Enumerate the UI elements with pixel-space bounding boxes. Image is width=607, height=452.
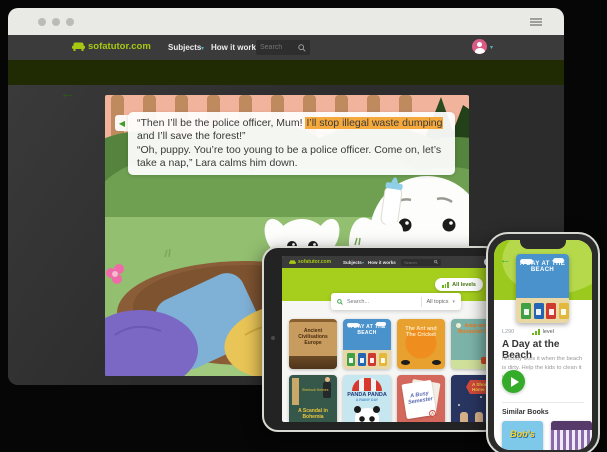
nav-subjects[interactable]: Subjects [343,260,362,265]
search-icon [434,260,438,264]
logo-text: sofatutor.com [298,259,331,265]
nav-search-field[interactable] [256,40,310,55]
book-cover[interactable] [551,421,592,450]
level-code: L290 [502,329,514,335]
story-text: “Then I’ll be the police officer, Mum! [137,117,305,129]
level-label: level [543,329,554,335]
nav-search-field[interactable] [401,259,441,266]
search-icon [337,299,343,305]
sofatutor-logo[interactable]: sofatutor.com [72,41,151,52]
phone-notch [520,240,566,249]
book-cover[interactable]: Ancient Civilisations Europe [289,319,337,369]
logo-text: sofatutor.com [88,41,151,52]
book-grid: Ancient Civilisations Europe A DAY AT TH… [289,319,492,422]
tower-art [292,378,299,405]
umbrella-art [352,378,382,391]
vocabulary-highlight[interactable]: I’ll stop illegal waste dumping [305,117,443,129]
sofa-icon [289,260,296,265]
recycling-bins-art [521,303,569,319]
search-input[interactable] [260,44,298,51]
tablet-navbar: sofatutor.com Subjects ▾ How it works [282,256,492,268]
user-avatar[interactable] [472,39,487,54]
nav-subjects[interactable]: Subjects [168,43,201,52]
book-author: Sherlock Holmes [302,388,328,392]
nav-how-it-works[interactable]: How it works [368,260,396,265]
story-text-box: “Then I’ll be the police officer, Mum! I… [128,112,455,175]
panda-art [355,408,379,422]
divider [502,402,584,403]
book-title: Ancient Civilisations Europe [289,328,337,346]
tablet-screen: sofatutor.com Subjects ▾ How it works Al… [282,256,492,422]
caret-down-icon: ▾ [490,44,493,51]
library-search-input[interactable] [347,299,417,305]
browser-chrome [8,8,564,35]
story-audio-marker[interactable]: ◀ [115,115,129,131]
window-dot[interactable] [52,18,60,26]
tablet-mockup: sofatutor.com Subjects ▾ How it works Al… [262,246,500,432]
book-subtitle: A RAINY DAY [343,398,391,402]
story-text: and I’ll save the forest!” [137,130,246,142]
level-bars-icon [442,282,449,288]
book-cover[interactable]: A DAY AT THE BEACH [343,319,391,369]
caret-down-icon: ▾ [362,260,364,265]
all-levels-button[interactable]: All levels [435,278,483,291]
page-header-band [8,60,564,85]
similar-books-heading: Similar Books [502,409,549,416]
level-bars-icon [532,329,539,335]
story-paragraph: “Then I’ll be the police officer, Mum! I… [137,117,446,143]
window-controls[interactable] [38,18,74,26]
back-arrow-icon[interactable]: ← [500,254,511,266]
all-levels-label: All levels [452,282,476,288]
nav-how-it-works[interactable]: How it works [211,43,260,52]
browser-menu-icon[interactable] [530,18,542,26]
play-button[interactable] [502,370,525,393]
phone-screen: ← A DAY AT THE BEACH L290 level A Day at… [494,240,592,450]
recycling-bins-art [347,353,387,366]
book-title: The Ant and The Cricket [397,326,445,338]
caret-down-icon: ▾ [201,45,204,52]
window-dot[interactable] [66,18,74,26]
book-cover[interactable]: Sherlock Holmes A Scandal in Bohemia [289,375,337,422]
book-cover[interactable]: A Busy Semester A [397,375,445,422]
book-cover[interactable]: Bob's [502,421,543,450]
book-title: Bob's [502,429,543,439]
chevron-down-icon: ▾ [452,299,455,305]
book-title: A DAY AT THE BEACH [516,261,569,273]
library-search-bar[interactable]: All topics ▾ [331,293,461,310]
story-paragraph: “Oh, puppy. You’re too young to be a pol… [137,144,446,170]
all-topics-label: All topics [426,299,448,305]
phone-mockup: ← A DAY AT THE BEACH L290 level A Day at… [486,232,600,452]
window-dot[interactable] [38,18,46,26]
sofa-icon [72,42,85,51]
grade-badge: A [428,409,436,417]
search-input[interactable] [404,260,434,265]
similar-books-row: Bob's [502,421,592,450]
site-navbar: sofatutor.com Subjects ▾ How it works ▾ [8,35,564,60]
back-arrow-icon[interactable]: ← [60,85,75,102]
book-title: PANDA PANDA [343,392,391,398]
all-topics-dropdown[interactable]: All topics ▾ [426,299,455,305]
search-icon [298,44,306,52]
book-title: A Scandal in Bohemia [291,408,335,420]
book-cover[interactable]: The Ant and The Cricket [397,319,445,369]
book-cover[interactable]: PANDA PANDA A RAINY DAY [343,375,391,422]
sofatutor-logo[interactable]: sofatutor.com [289,259,331,265]
tablet-camera [271,336,275,340]
divider [421,297,422,307]
featured-book-cover[interactable]: A DAY AT THE BEACH [516,254,569,323]
book-title: A DAY AT THE BEACH [343,324,391,336]
level-row: L290 level [502,329,554,335]
